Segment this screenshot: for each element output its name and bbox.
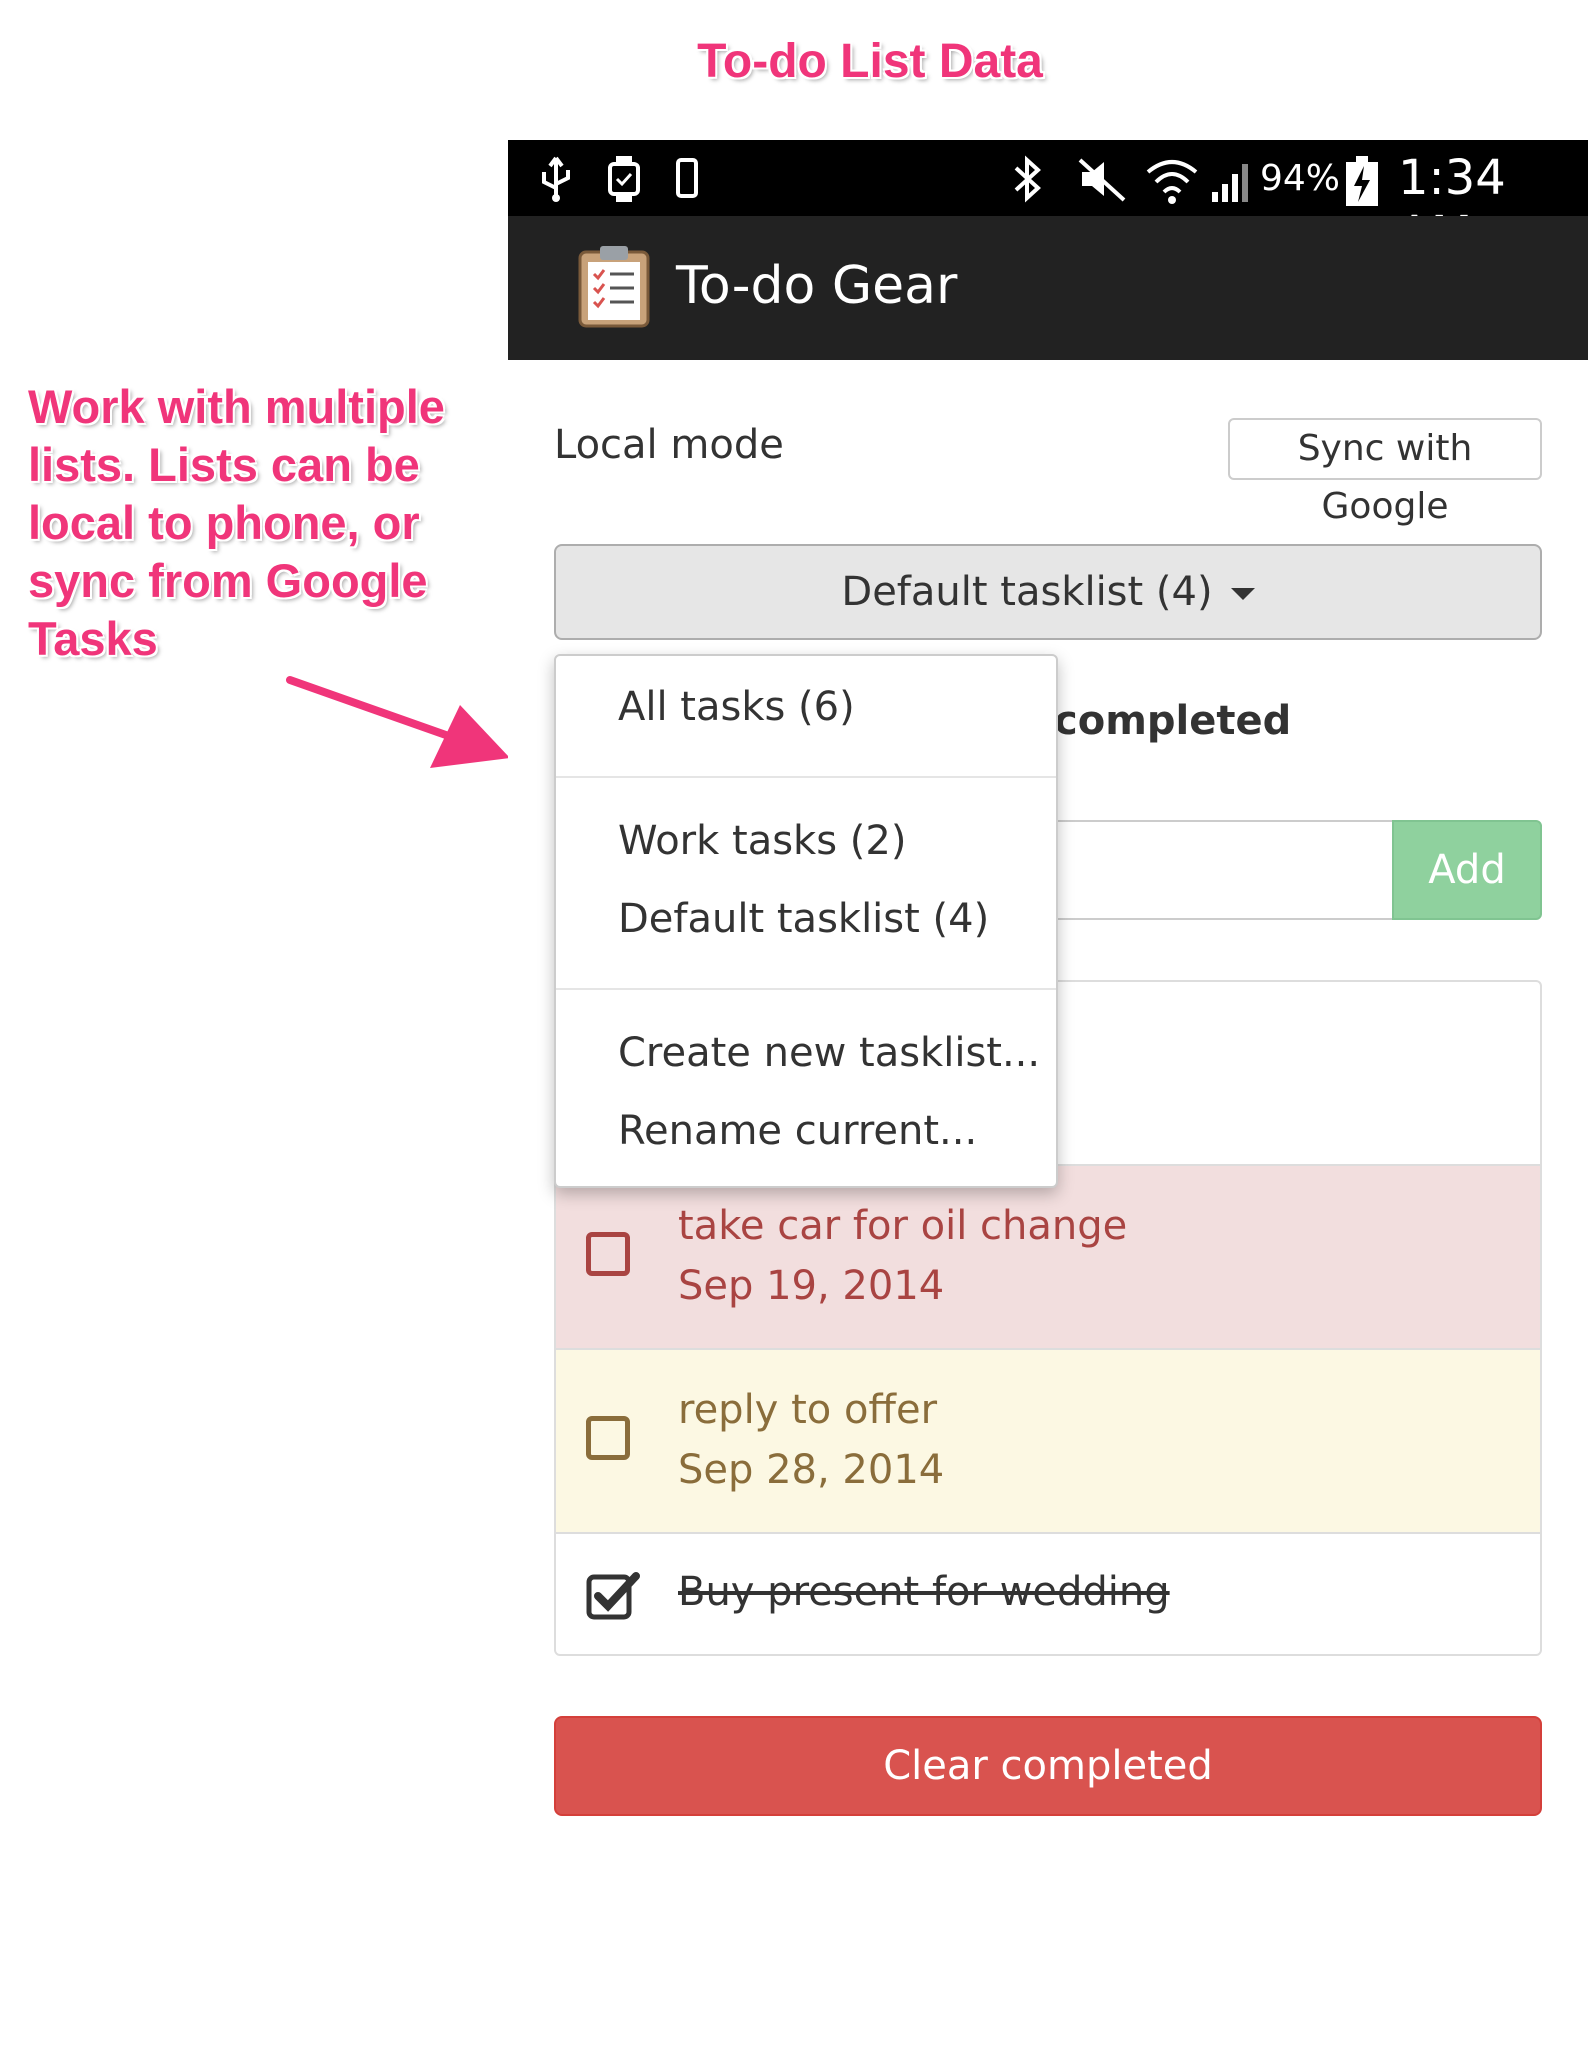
- task-title: take car for oil change: [678, 1203, 1128, 1249]
- clipboard-icon: [578, 246, 650, 328]
- phone-screen: 94% 1:34 AM To-do Gear Local mode Sync w…: [508, 140, 1588, 2060]
- tasklist-dropdown-menu: All tasks (6) Work tasks (2) Default tas…: [554, 654, 1058, 1188]
- status-bar: 94% 1:34 AM: [508, 140, 1588, 262]
- signal-icon: [1212, 164, 1248, 202]
- sync-google-button[interactable]: Sync with Google: [1228, 418, 1542, 527]
- menu-item-all-tasks[interactable]: All tasks (6): [618, 684, 855, 730]
- annotation-text: Work with multiple lists. Lists can be l…: [28, 380, 445, 665]
- menu-divider: [556, 988, 1056, 990]
- task-date: Sep 28, 2014: [678, 1447, 945, 1493]
- tasklist-dropdown[interactable]: Default tasklist (4): [554, 544, 1542, 640]
- menu-item-tasklist[interactable]: Default tasklist (4): [618, 896, 989, 942]
- battery-charging-icon: [1346, 156, 1378, 206]
- watch-icon: [608, 156, 640, 202]
- action-bar: To-do Gear: [508, 216, 1588, 360]
- task-item[interactable]: take car for oil change Sep 19, 2014: [556, 1164, 1540, 1348]
- task-title: reply to offer: [678, 1387, 938, 1433]
- task-checkbox[interactable]: [586, 1416, 630, 1460]
- bluetooth-icon: [1014, 155, 1041, 203]
- clear-completed-button[interactable]: Clear completed: [554, 1716, 1542, 1816]
- battery-percentage: 94%: [1260, 158, 1341, 199]
- task-item[interactable]: Buy present for wedding: [556, 1532, 1540, 1654]
- caret-down-icon: [1230, 588, 1255, 600]
- task-title: Buy present for wedding: [678, 1569, 1170, 1615]
- app-title: To-do Gear: [676, 256, 958, 316]
- menu-divider: [556, 776, 1056, 778]
- menu-item-tasklist[interactable]: Work tasks (2): [618, 818, 906, 864]
- mode-label: Local mode: [554, 422, 784, 468]
- page-title: To-do List Data: [697, 35, 1043, 88]
- usb-icon: [542, 156, 570, 202]
- menu-item-create-tasklist[interactable]: Create new tasklist...: [618, 1030, 1040, 1076]
- menu-item-rename-tasklist[interactable]: Rename current...: [618, 1108, 977, 1154]
- mute-icon: [1078, 158, 1126, 202]
- annotation-arrow-icon: [286, 676, 510, 768]
- add-task-button[interactable]: Add: [1392, 820, 1542, 920]
- task-date: Sep 19, 2014: [678, 1263, 945, 1309]
- checked-checkbox-icon[interactable]: [586, 1570, 642, 1620]
- wifi-icon: [1146, 160, 1198, 204]
- task-item[interactable]: reply to offer Sep 28, 2014: [556, 1348, 1540, 1532]
- vibrate-icon: [676, 158, 698, 198]
- completed-toggle-label: completed: [1054, 698, 1292, 744]
- tasklist-dropdown-label: Default tasklist (4): [841, 569, 1213, 615]
- task-checkbox[interactable]: [586, 1232, 630, 1276]
